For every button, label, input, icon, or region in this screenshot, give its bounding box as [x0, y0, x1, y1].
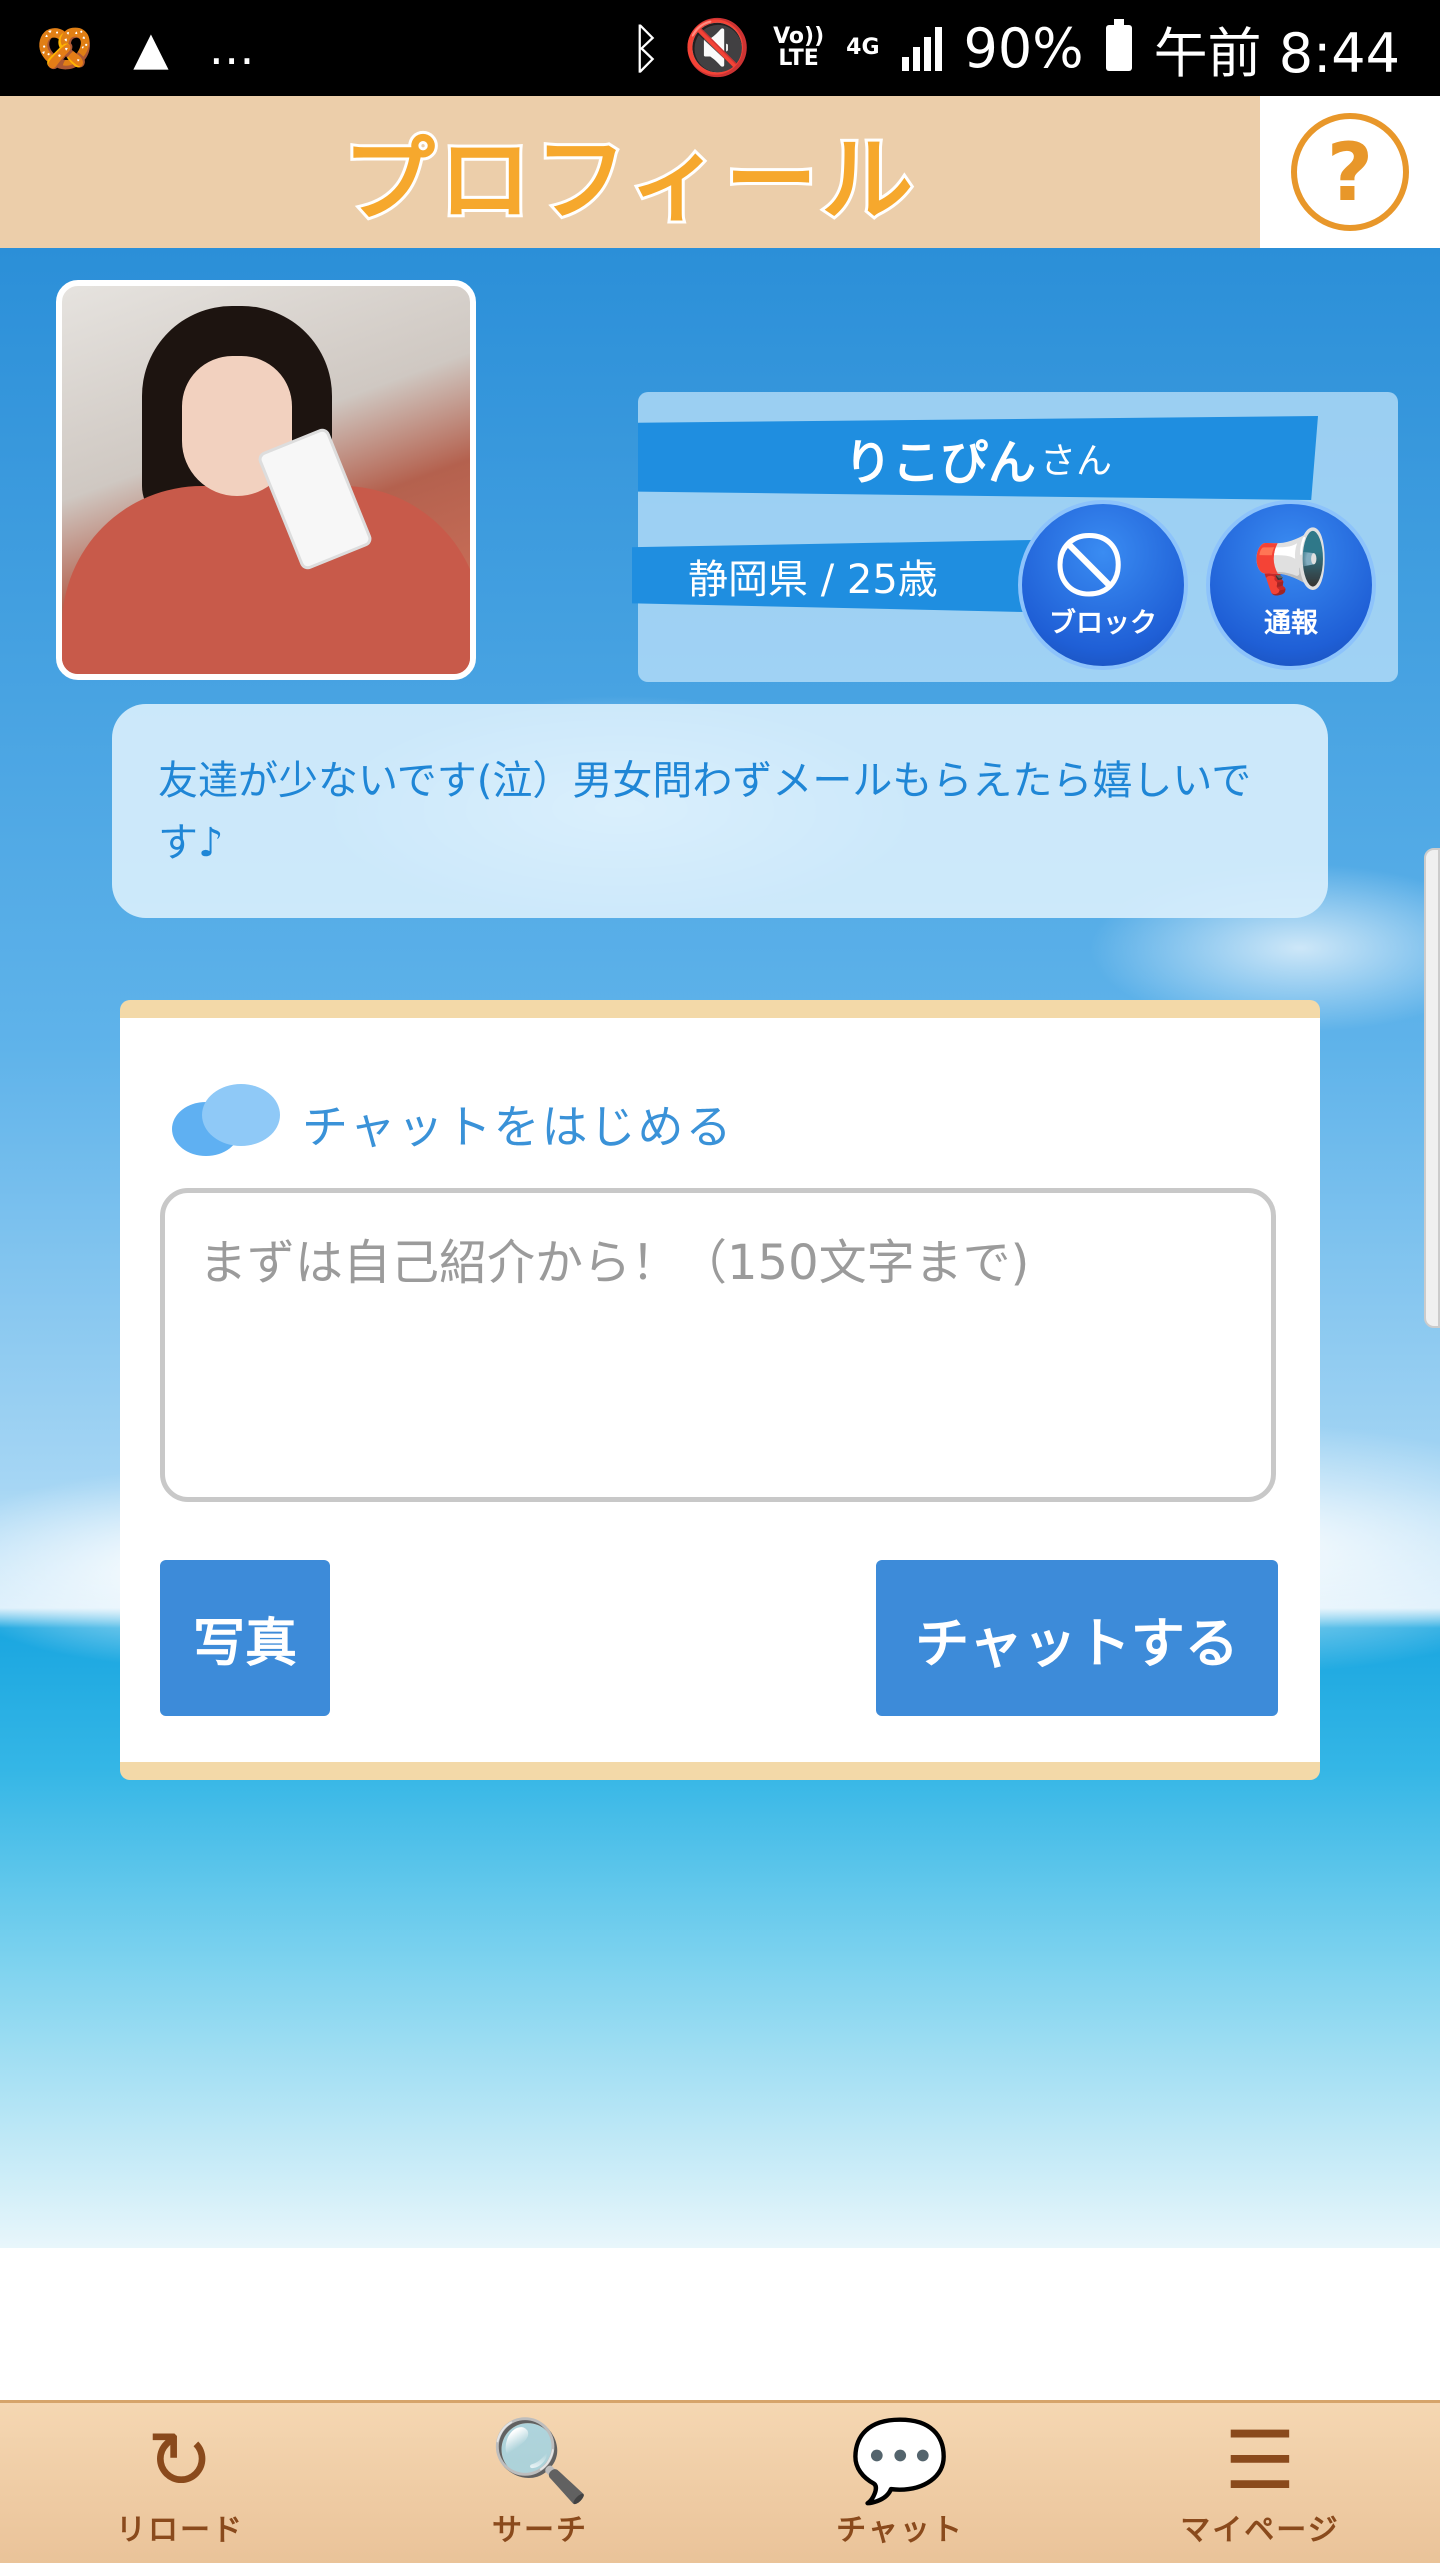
nav-chat[interactable]: 💬 チャット	[720, 2403, 1080, 2563]
page-title: プロフィール	[340, 124, 918, 237]
mute-icon: 🔇	[683, 16, 752, 79]
nav-reload[interactable]: ↻ リロード	[0, 2403, 360, 2563]
chat-title: チャットをはじめる	[302, 1100, 734, 1154]
battery-percent: 90%	[963, 16, 1084, 80]
bluetooth-icon: ᛒ	[629, 16, 662, 80]
megaphone-icon: 📢	[1252, 524, 1330, 598]
profile-bio: 友達が少ないです(泣）男女問わずメールもらえたら嬉しいです♪	[112, 704, 1328, 918]
battery-icon	[1105, 19, 1132, 71]
nav-label: マイページ	[1180, 2513, 1340, 2548]
profile-main: りこぴん さん 静岡県 / 25歳 ⃠ ブロック 📢 通報 友達が少ないです(泣…	[0, 248, 1440, 2248]
profile-name: りこぴん	[843, 435, 1036, 491]
photo-button[interactable]: 写真	[160, 1560, 330, 1716]
help-button[interactable]: ?	[1291, 113, 1409, 231]
network-4g-indicator: 4G	[846, 35, 880, 60]
block-label: ブロック	[1049, 607, 1157, 639]
block-button[interactable]: ⃠ ブロック	[1018, 500, 1188, 670]
profile-info-card: りこぴん さん 静岡県 / 25歳 ⃠ ブロック 📢 通報	[632, 392, 1398, 682]
bottom-nav: ↻ リロード 🔍 サーチ 💬 チャット ☰ マイページ	[0, 2400, 1440, 2563]
clock: 午前 8:44	[1153, 21, 1400, 85]
side-panel-handle[interactable]	[1424, 848, 1440, 1328]
status-bar: 🥨 ▲ … ᛒ 🔇 Vo)) LTE 4G 90% 午前 8:44	[0, 0, 1440, 96]
chat-header: チャットをはじめる	[172, 1084, 734, 1164]
chat-bubble-icon	[172, 1084, 282, 1164]
nav-label: チャット	[836, 2513, 964, 2548]
profile-photo[interactable]	[56, 280, 476, 680]
app-header: プロフィール ?	[0, 96, 1440, 248]
name-banner: りこぴん さん	[638, 416, 1318, 500]
chat-message-input[interactable]	[160, 1188, 1276, 1502]
keyhole-icon: ▲	[133, 21, 169, 75]
search-icon: 🔍	[490, 2414, 590, 2507]
nav-label: サーチ	[492, 2513, 588, 2548]
nav-search[interactable]: 🔍 サーチ	[360, 2403, 720, 2563]
chat-start-card: チャットをはじめる 写真 チャットする	[120, 1000, 1320, 1780]
status-more: …	[208, 21, 255, 75]
pretzel-icon: 🥨	[36, 20, 94, 75]
volte-indicator: Vo)) LTE	[773, 24, 825, 71]
help-area: ?	[1260, 96, 1440, 248]
chat-icon: 💬	[850, 2414, 950, 2507]
location-age: 静岡県 / 25歳	[632, 540, 1032, 612]
report-button[interactable]: 📢 通報	[1206, 500, 1376, 670]
nav-mypage[interactable]: ☰ マイページ	[1080, 2403, 1440, 2563]
name-suffix: さん	[1040, 441, 1113, 482]
report-label: 通報	[1264, 607, 1318, 639]
signal-icon	[901, 25, 942, 71]
nav-label: リロード	[116, 2513, 244, 2548]
reload-icon: ↻	[146, 2414, 214, 2507]
send-chat-button[interactable]: チャットする	[876, 1560, 1278, 1716]
menu-icon: ☰	[1224, 2414, 1296, 2507]
